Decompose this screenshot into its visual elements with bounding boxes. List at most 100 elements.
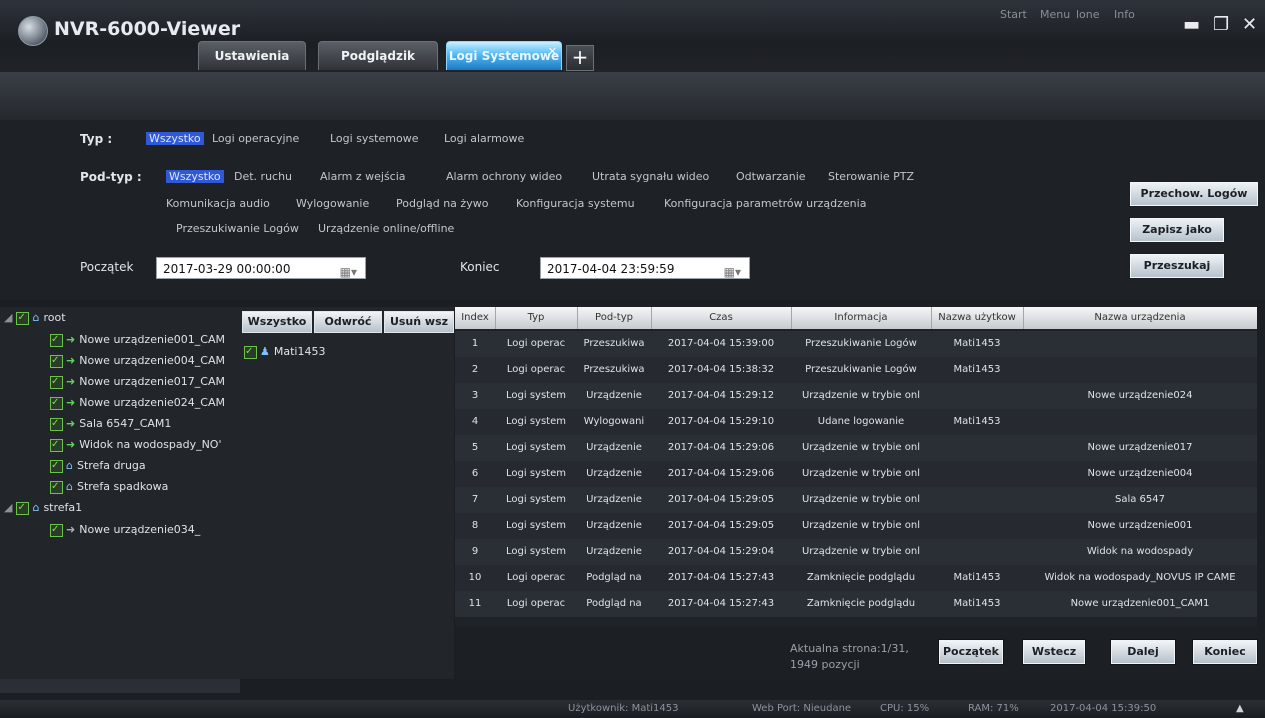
table-row[interactable]: 10 Logi operac Podgląd na 2017-04-04 15:27:… [455,565,1257,591]
podtyp-odtwarzanie[interactable]: Odtwarzanie [736,170,806,183]
column-urzadzenie[interactable]: Nazwa urządzenia [1023,307,1257,329]
end-date-input[interactable]: 2017-04-04 23:59:59 ▦▾ [540,257,750,279]
tree-node-device[interactable]: ➜Sala 6547_CAM1 [50,415,171,433]
column-uzytkownik[interactable]: Nazwa użytkow [931,307,1024,329]
top-link-lone[interactable]: lone [1076,8,1100,21]
podtyp-utrata-sygnalu[interactable]: Utrata sygnału wideo [592,170,709,183]
checkbox[interactable] [16,499,30,517]
checkbox[interactable] [50,478,63,496]
cell-czas: 2017-04-04 15:29:05 [667,520,775,531]
typ-logi-alarmowe[interactable]: Logi alarmowe [444,132,524,145]
checkbox[interactable] [50,373,63,391]
close-tab-icon[interactable]: ✕ [548,38,557,66]
table-row[interactable]: 6 Logi system Urządzenie 2017-04-04 15:29:0… [455,461,1257,487]
calendar-icon[interactable]: ▦▾ [340,261,357,283]
store-logs-button[interactable]: Przechow. Logów [1129,181,1259,207]
previous-page-button[interactable]: Wstecz [1022,639,1086,665]
minimize-icon[interactable]: ▬ [1183,14,1200,35]
typ-logi-operacyjne[interactable]: Logi operacyjne [212,132,299,145]
checkbox[interactable] [244,343,257,361]
podtyp-sterowanie-ptz[interactable]: Sterowanie PTZ [828,170,914,183]
tab-logi-systemowe[interactable]: Logi Systemowe ✕ [446,41,562,70]
table-row[interactable]: 8 Logi system Urządzenie 2017-04-04 15:29:0… [455,513,1257,539]
select-all-users-button[interactable]: Wszystko [242,311,312,333]
cell-index: 3 [471,390,479,401]
last-page-button[interactable]: Koniec [1192,639,1258,665]
podtyp-online-offline[interactable]: Urządzenie online/offline [318,222,454,235]
camera-online-icon: ➜ [66,438,76,451]
podtyp-alarm-wejscia[interactable]: Alarm z wejścia [320,170,406,183]
tree-node-device[interactable]: ➜Nowe urządzenie001_CAM [50,331,225,349]
tree-node-device[interactable]: ➜Nowe urządzenie004_CAM [50,352,225,370]
checkbox[interactable] [16,309,30,327]
clear-users-button[interactable]: Usuń wsz [384,311,454,333]
invert-users-button[interactable]: Odwróć [314,311,382,333]
start-date-input[interactable]: 2017-03-29 00:00:00 ▦▾ [156,257,366,279]
column-podtyp[interactable]: Pod-typ [577,307,652,329]
close-icon[interactable]: ✕ [1242,14,1257,35]
search-button[interactable]: Przeszukaj [1129,253,1225,279]
podtyp-alarm-ochrony[interactable]: Alarm ochrony wideo [446,170,562,183]
checkbox[interactable] [50,394,63,412]
tree-horizontal-scrollbar[interactable] [0,679,240,693]
podtyp-wszystko[interactable]: Wszystko [166,170,224,183]
save-as-button[interactable]: Zapisz jako [1129,217,1225,243]
podtyp-przeszukiwanie[interactable]: Przeszukiwanie Logów [176,222,299,235]
checkbox[interactable] [50,352,63,370]
table-row[interactable]: 2 Logi operac Przeszukiwa 2017-04-04 15:38:… [455,357,1257,383]
checkbox[interactable] [50,415,63,433]
add-tab-button[interactable]: + [566,45,594,71]
podtyp-konfiguracja-parametrow[interactable]: Konfiguracja parametrów urządzenia [664,197,866,210]
tree-node-zone[interactable]: ⌂Strefa spadkowa [50,478,168,496]
calendar-icon[interactable]: ▦▾ [724,261,741,283]
podtyp-komunikacja-audio[interactable]: Komunikacja audio [166,197,270,210]
table-row[interactable]: 5 Logi system Urządzenie 2017-04-04 15:29:0… [455,435,1257,461]
typ-logi-systemowe[interactable]: Logi systemowe [330,132,418,145]
table-row[interactable]: 7 Logi system Urządzenie 2017-04-04 15:29:0… [455,487,1257,513]
top-link-info[interactable]: Info [1114,8,1135,21]
user-item[interactable]: ♟Mati1453 [244,343,325,361]
checkbox[interactable] [50,331,63,349]
column-czas[interactable]: Czas [651,307,792,329]
top-link-start[interactable]: Start [1000,8,1027,21]
device-tree: ◢⌂root ➜Nowe urządzenie001_CAM ➜Nowe urz… [0,307,241,679]
cell-index: 1 [471,338,479,349]
podtyp-podglad[interactable]: Podgląd na żywo [396,197,488,210]
tree-node-device[interactable]: ➜Nowe urządzenie034_ [50,521,200,539]
checkbox[interactable] [50,457,63,475]
cell-czas: 2017-04-04 15:29:12 [667,390,775,401]
table-row[interactable]: 3 Logi system Urządzenie 2017-04-04 15:29:1… [455,383,1257,409]
end-date-value: 2017-04-04 23:59:59 [547,262,675,276]
tree-node-device[interactable]: ➜Nowe urządzenie024_CAM [50,394,225,412]
podtyp-konfiguracja-systemu[interactable]: Konfiguracja systemu [516,197,635,210]
column-index[interactable]: Index [455,307,496,329]
collapse-icon[interactable]: ◢ [4,499,12,517]
table-row[interactable]: 4 Logi system Wylogowani 2017-04-04 15:29:1… [455,409,1257,435]
checkbox[interactable] [50,521,63,539]
podtyp-det-ruchu[interactable]: Det. ruchu [234,170,292,183]
collapse-icon[interactable]: ◢ [4,309,12,327]
tree-node-zone[interactable]: ⌂Strefa druga [50,457,146,475]
cell-czas: 2017-04-04 15:29:06 [667,442,775,453]
top-link-menu[interactable]: Menu [1040,8,1070,21]
cell-uzytkownik [931,383,1023,409]
table-row[interactable]: 9 Logi system Urządzenie 2017-04-04 15:29:0… [455,539,1257,565]
tree-node-device[interactable]: ➜Nowe urządzenie017_CAM [50,373,225,391]
maximize-icon[interactable]: ❐ [1213,14,1229,35]
first-page-button[interactable]: Początek [938,639,1004,665]
podtyp-wylogowanie[interactable]: Wylogowanie [296,197,369,210]
table-row[interactable]: 11 Logi operac Podgląd na 2017-04-04 15:27:… [455,591,1257,617]
next-page-button[interactable]: Dalej [1110,639,1176,665]
typ-wszystko[interactable]: Wszystko [146,132,204,145]
expand-icon[interactable]: ▲ [1236,703,1244,714]
column-informacja[interactable]: Informacja [791,307,932,329]
tab-podgladzik[interactable]: Podglądzik [318,41,438,70]
tree-node-device[interactable]: ➜Widok na wodospady_NO' [50,436,222,454]
tree-node-root[interactable]: ◢ ⌂root [4,309,66,327]
checkbox[interactable] [50,436,63,454]
camera-online-icon: ➜ [66,396,76,409]
tree-node-strefa1[interactable]: ◢ ⌂strefa1 [4,499,82,517]
table-row[interactable]: 1 Logi operac Przeszukiwa 2017-04-04 15:39:… [455,331,1257,357]
column-typ[interactable]: Typ [495,307,578,329]
tab-ustawienia[interactable]: Ustawienia [198,41,306,70]
